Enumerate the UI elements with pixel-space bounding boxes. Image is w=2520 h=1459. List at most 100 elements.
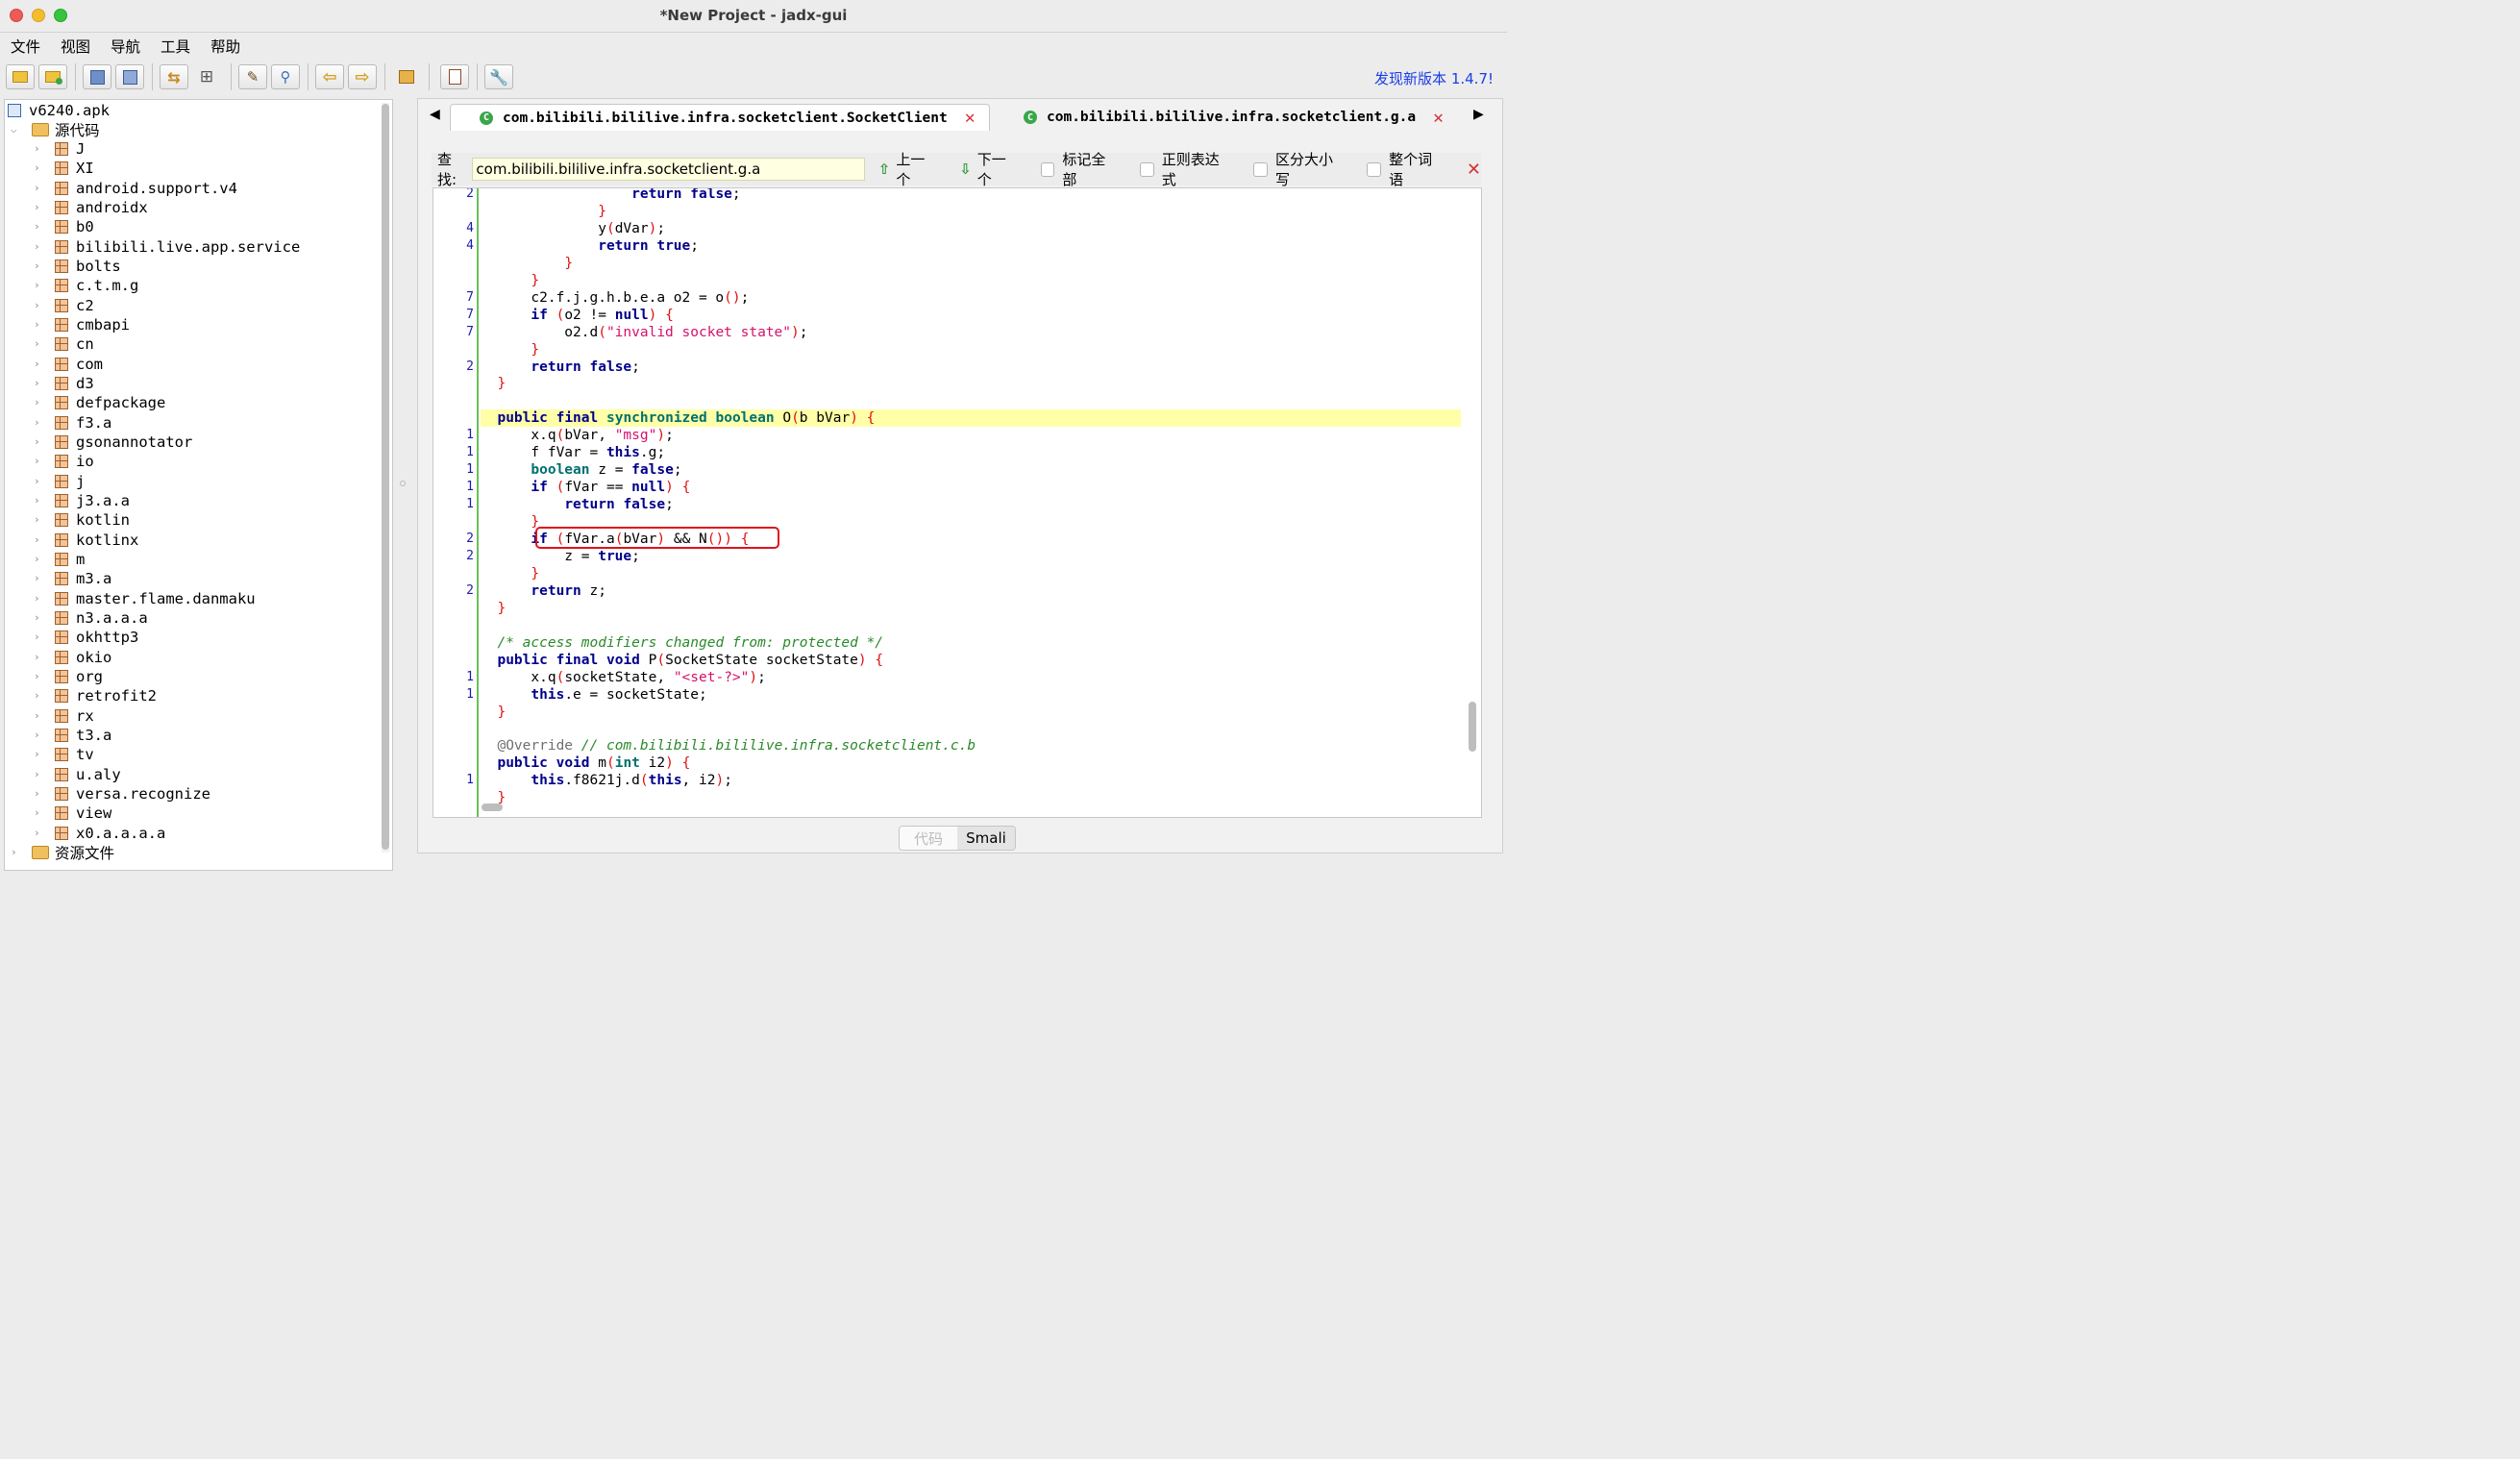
- tree-package-item[interactable]: › versa.recognize: [34, 784, 210, 804]
- sync-tree-button[interactable]: ⇆: [160, 64, 188, 89]
- tree-package-item[interactable]: › view: [34, 804, 111, 823]
- tree-package-item[interactable]: › m3.a: [34, 569, 111, 588]
- tree-package-item[interactable]: › bolts: [34, 257, 121, 276]
- tabs-scroll-left-icon[interactable]: ◀: [430, 107, 440, 122]
- search-input[interactable]: com.bilibili.bililive.infra.socketclient…: [472, 158, 865, 181]
- tree-package-item[interactable]: › t3.a: [34, 726, 111, 745]
- chevron-right-icon[interactable]: ›: [34, 807, 43, 818]
- tree-package-item[interactable]: › m: [34, 550, 85, 569]
- tree-package-item[interactable]: › c2: [34, 296, 94, 315]
- tree-package-item[interactable]: › bilibili.live.app.service: [34, 237, 300, 257]
- chevron-right-icon[interactable]: ›: [34, 710, 43, 721]
- menu-help[interactable]: 帮助: [200, 33, 250, 57]
- tree-package-item[interactable]: › android.support.v4: [34, 179, 237, 198]
- tree-package-item[interactable]: › d3: [34, 374, 94, 393]
- tree-package-item[interactable]: › tv: [34, 745, 94, 764]
- code-area[interactable]: 2 return false; } 4 y(dVar); 4 return true…: [432, 187, 1482, 818]
- chevron-right-icon[interactable]: ›: [34, 612, 43, 623]
- decompile-all-button[interactable]: [392, 64, 421, 89]
- menu-file[interactable]: 文件: [0, 33, 50, 57]
- chevron-right-icon[interactable]: ›: [34, 202, 43, 212]
- chevron-right-icon[interactable]: ›: [11, 847, 20, 857]
- chevron-right-icon[interactable]: ›: [34, 378, 43, 388]
- tree-package-item[interactable]: › f3.a: [34, 413, 111, 433]
- open-file-button[interactable]: [6, 64, 35, 89]
- chevron-right-icon[interactable]: ›: [34, 534, 43, 545]
- tree-package-item[interactable]: › org: [34, 667, 103, 686]
- chevron-right-icon[interactable]: ›: [34, 671, 43, 681]
- chevron-right-icon[interactable]: ›: [34, 456, 43, 466]
- tree-package-item[interactable]: › cn: [34, 334, 94, 354]
- tree-package-item[interactable]: › gsonannotator: [34, 433, 192, 452]
- code-vertical-scrollbar[interactable]: [1469, 702, 1476, 752]
- chevron-right-icon[interactable]: ›: [34, 280, 43, 290]
- search-text-button[interactable]: ✎: [238, 64, 267, 89]
- tree-scrollbar-thumb[interactable]: [382, 104, 389, 850]
- back-button[interactable]: ⇦: [315, 64, 344, 89]
- menu-navigate[interactable]: 导航: [100, 33, 150, 57]
- chevron-right-icon[interactable]: ›: [34, 495, 43, 506]
- chevron-right-icon[interactable]: ›: [34, 260, 43, 271]
- tree-package-item[interactable]: › kotlinx: [34, 531, 138, 550]
- chevron-right-icon[interactable]: ›: [34, 417, 43, 428]
- tree-package-item[interactable]: › cmbapi: [34, 315, 130, 334]
- tree-package-item[interactable]: › c.t.m.g: [34, 276, 138, 295]
- chevron-right-icon[interactable]: ›: [34, 593, 43, 604]
- tree-package-item[interactable]: › b0: [34, 217, 94, 236]
- chevron-right-icon[interactable]: ›: [34, 554, 43, 564]
- export-button[interactable]: [115, 64, 144, 89]
- tree-resources-folder[interactable]: › 资源文件: [11, 843, 114, 862]
- chevron-right-icon[interactable]: ›: [34, 319, 43, 330]
- tree-package-item[interactable]: › retrofit2: [34, 686, 157, 705]
- tree-package-item[interactable]: › u.aly: [34, 765, 121, 784]
- tabs-scroll-right-icon[interactable]: ▶: [1473, 107, 1484, 122]
- mark-all-checkbox[interactable]: 标记全部: [1040, 149, 1119, 189]
- menu-view[interactable]: 视图: [50, 33, 100, 57]
- chevron-right-icon[interactable]: ›: [34, 769, 43, 779]
- chevron-right-icon[interactable]: ›: [34, 690, 43, 701]
- tab-socketclient[interactable]: C com.bilibili.bililive.infra.socketclie…: [450, 104, 990, 131]
- regex-checkbox[interactable]: 正则表达式: [1140, 149, 1232, 189]
- chevron-right-icon[interactable]: ›: [34, 436, 43, 447]
- search-next-button[interactable]: ⇩ 下一个: [959, 149, 1019, 189]
- chevron-down-icon[interactable]: ⌵: [11, 124, 20, 135]
- chevron-right-icon[interactable]: ›: [34, 338, 43, 349]
- chevron-right-icon[interactable]: ›: [34, 143, 43, 154]
- tree-package-item[interactable]: › okhttp3: [34, 628, 138, 647]
- case-sensitive-checkbox[interactable]: 区分大小写: [1253, 149, 1346, 189]
- chevron-right-icon[interactable]: ›: [34, 162, 43, 173]
- tree-package-item[interactable]: › okio: [34, 648, 111, 667]
- search-class-button[interactable]: ⚲: [271, 64, 300, 89]
- tree-package-item[interactable]: › XI: [34, 159, 94, 178]
- chevron-right-icon[interactable]: ›: [34, 573, 43, 583]
- chevron-right-icon[interactable]: ›: [34, 730, 43, 740]
- flatten-packages-button[interactable]: ⊞: [192, 64, 221, 89]
- chevron-right-icon[interactable]: ›: [34, 359, 43, 369]
- chevron-right-icon[interactable]: ›: [34, 514, 43, 525]
- tree-package-item[interactable]: › j3.a.a: [34, 491, 130, 510]
- smali-view-tab[interactable]: Smali: [957, 827, 1015, 850]
- add-file-button[interactable]: [38, 64, 67, 89]
- code-horizontal-scrollbar[interactable]: [482, 804, 503, 811]
- tree-package-item[interactable]: › master.flame.danmaku: [34, 589, 256, 608]
- tree-package-item[interactable]: › rx: [34, 706, 94, 726]
- code-view-tab[interactable]: 代码: [900, 827, 957, 850]
- chevron-right-icon[interactable]: ›: [34, 631, 43, 642]
- tree-package-item[interactable]: › j: [34, 472, 85, 491]
- tab-g-a[interactable]: C com.bilibili.bililive.infra.socketclie…: [1024, 104, 1475, 131]
- close-tab-icon[interactable]: ✕: [965, 108, 976, 128]
- preferences-button[interactable]: 🔧: [484, 64, 513, 89]
- whole-word-checkbox[interactable]: 整个词语: [1367, 149, 1445, 189]
- tree-package-item[interactable]: › J: [34, 139, 85, 159]
- tree-package-item[interactable]: › kotlin: [34, 510, 130, 530]
- tree-source-folder[interactable]: ⌵ 源代码: [11, 120, 100, 139]
- tree-package-item[interactable]: › defpackage: [34, 393, 165, 412]
- close-tab-icon[interactable]: ✕: [1433, 108, 1444, 128]
- tree-root-item[interactable]: v6240.apk: [8, 101, 110, 120]
- chevron-right-icon[interactable]: ›: [34, 749, 43, 759]
- close-search-icon[interactable]: ✕: [1467, 160, 1481, 180]
- tree-package-item[interactable]: › n3.a.a.a: [34, 608, 148, 628]
- update-notice-link[interactable]: 发现新版本 1.4.7!: [1374, 68, 1494, 88]
- show-log-button[interactable]: [440, 64, 469, 89]
- tree-package-item[interactable]: › io: [34, 452, 94, 471]
